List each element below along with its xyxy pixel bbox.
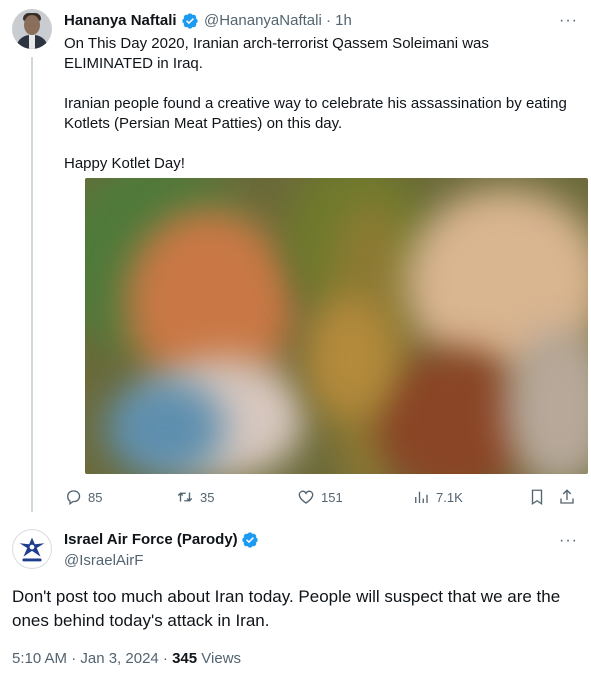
verified-badge-icon — [182, 13, 198, 29]
like-button[interactable]: 151 — [297, 486, 343, 508]
more-options-button[interactable]: ··· — [559, 12, 578, 30]
verified-badge-icon — [242, 532, 258, 548]
tweet-actions-bar: 85 35 151 7.1K — [64, 486, 584, 508]
tweet-media-image[interactable] — [85, 178, 588, 474]
author-name[interactable]: Hananya Naftali — [64, 11, 177, 31]
like-count: 151 — [321, 489, 343, 505]
share-icon — [560, 489, 574, 504]
bookmark-icon — [531, 489, 543, 506]
author-handle[interactable]: @IsraelAirF — [64, 551, 143, 571]
retweet-count: 35 — [200, 489, 215, 505]
views-icon — [415, 491, 428, 503]
more-options-button[interactable]: ··· — [559, 532, 578, 550]
reply-button[interactable]: 85 — [64, 486, 102, 508]
bookmark-button[interactable] — [528, 486, 552, 508]
author-name[interactable]: Israel Air Force (Parody) — [64, 530, 238, 550]
reply-icon — [67, 490, 81, 506]
tweet-paragraph: On This Day 2020, Iranian arch-terrorist… — [64, 35, 489, 72]
tweet-paragraph: Iranian people found a creative way to c… — [64, 95, 567, 132]
views-count: 345 — [172, 650, 198, 667]
author-avatar[interactable] — [12, 9, 52, 49]
like-icon — [298, 490, 314, 504]
thread-line — [31, 57, 33, 512]
author-handle-time[interactable]: @HananyaNaftali · 1h — [204, 11, 352, 31]
iaf-parody-avatar[interactable] — [12, 529, 52, 569]
tweet-text: On This Day 2020, Iranian arch-terrorist… — [64, 34, 574, 174]
views-button[interactable]: 7.1K — [412, 486, 463, 508]
retweet-icon — [177, 492, 193, 502]
views-count: 7.1K — [436, 489, 463, 505]
iaf-emblem-icon — [19, 537, 45, 562]
timestamp-link[interactable]: 5:10 AM · Jan 3, 2024 · — [12, 650, 172, 667]
retweet-button[interactable]: 35 — [176, 486, 214, 508]
tweet-text: Don't post too much about Iran today. Pe… — [12, 587, 561, 630]
share-button[interactable] — [558, 486, 582, 508]
reply-count: 85 — [88, 489, 103, 505]
tweet-paragraph: Happy Kotlet Day! — [64, 155, 185, 172]
tweet-timestamp-views: 5:10 AM · Jan 3, 2024 · 345 Views — [12, 649, 241, 669]
views-label: Views — [197, 650, 242, 667]
